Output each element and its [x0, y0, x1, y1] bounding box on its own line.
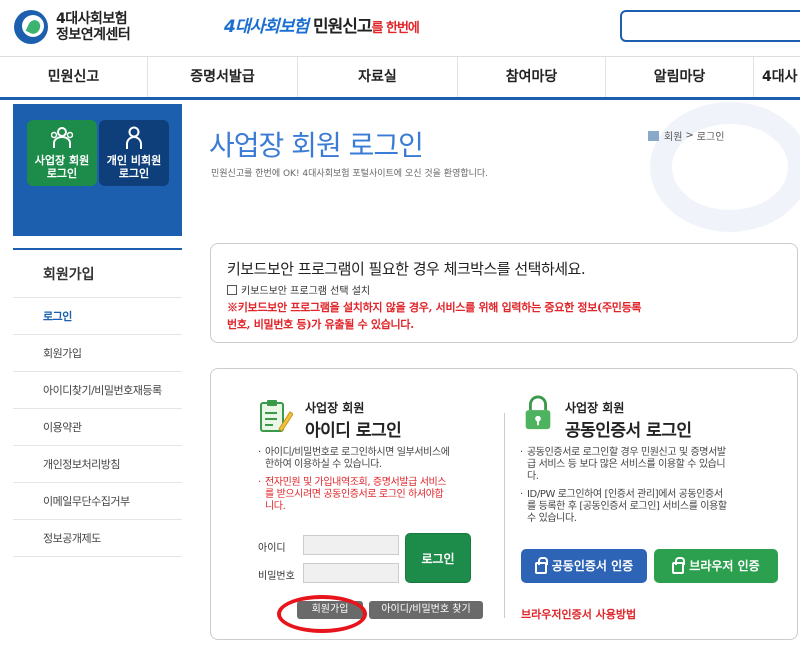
sidebar-item-join[interactable]: 회원가입 — [13, 335, 182, 372]
keyboard-notice-title: 키보드보안 프로그램이 필요한 경우 체크박스를 선택하세요. — [227, 260, 586, 278]
id-login-title-text: 아이디 로그인 — [305, 421, 402, 441]
keyboard-warning: ※키보드보안 프로그램을 설치하지 않을 경우, 서비스를 위해 입력하는 중요… — [227, 299, 781, 333]
business-login-line2: 로그인 — [46, 167, 78, 180]
column-divider — [504, 413, 505, 618]
id-login-desc-1-line1: 아이디/비밀번호로 로그인하시면 일부서비스에 — [265, 447, 450, 458]
id-login-subtitle: 사업장 회원 — [305, 401, 365, 415]
page-title: 사업장 회원 로그인 — [209, 129, 424, 162]
sidebar-title: 회원가입 — [13, 250, 182, 298]
id-login-desc-2-line1: 전자민원 및 가입내역조회, 증명서발급 서비스 — [265, 477, 447, 488]
cert-login-title-text: 공동인증서 로그인 — [565, 421, 692, 441]
cert-login-desc-1-line1: 공동인증서로 로그인할 경우 민원신고 및 증명서발 — [527, 447, 726, 458]
cert-login-desc-2-line3: 수 있습니다. — [527, 513, 577, 524]
id-login-desc-2: 전자민원 및 가입내역조회, 증명서발급 서비스 를 받으시려면 공동인증서로 … — [258, 477, 495, 513]
nav-item-civil[interactable]: 민원신고 — [0, 57, 148, 97]
breadcrumb-separator: > — [685, 130, 694, 141]
browser-certificate-label: 브라우저 인증 — [689, 559, 760, 573]
certificate-lock-icon — [525, 395, 551, 430]
breadcrumb: 회원 > 로그인 — [648, 128, 724, 143]
business-login-line1: 사업장 회원 — [34, 154, 90, 167]
nav-item-more[interactable]: 4대사 — [754, 57, 800, 97]
nav-item-notice[interactable]: 알림마당 — [606, 57, 754, 97]
person-icon — [126, 126, 142, 149]
slogan-banner: 4대사회보험 민원신고를 한번에 — [224, 12, 420, 37]
cert-login-desc-2-line1: ID/PW 로그인하여 [인증서 관리]에서 공동인증서 — [527, 489, 723, 500]
sidebar: 회원가입 로그인 회원가입 아이디찾기/비밀번호재등록 이용약관 개인정보처리방… — [13, 248, 182, 557]
slogan-part2: 민원신고 — [312, 17, 373, 37]
lock-icon — [672, 556, 686, 574]
sidebar-item-find-account[interactable]: 아이디찾기/비밀번호재등록 — [13, 372, 182, 409]
id-login-desc-1-line2: 한하여 이용하실 수 있습니다. — [265, 459, 382, 470]
keyboard-security-checkbox-label: 키보드보안 프로그램 선택 설치 — [241, 286, 371, 297]
cert-login-subtitle: 사업장 회원 — [565, 401, 625, 415]
lock-icon — [534, 556, 548, 574]
personal-login-line2: 로그인 — [118, 167, 150, 180]
logo-line2: 정보연계센터 — [56, 27, 131, 43]
login-panel: 사업장 회원 아이디 로그인 아이디/비밀번호로 로그인하시면 일부서비스에 한… — [210, 368, 798, 640]
find-account-button[interactable]: 아이디/비밀번호 찾기 — [369, 601, 483, 619]
sidebar-item-disclosure[interactable]: 정보공개제도 — [13, 520, 182, 557]
cert-login-desc-1-line3: 다. — [527, 471, 539, 482]
id-login-desc-1: 아이디/비밀번호로 로그인하시면 일부서비스에 한하여 이용하실 수 있습니다. — [258, 447, 495, 471]
join-button[interactable]: 회원가입 — [297, 601, 363, 619]
personal-login-line1: 개인 비회원 — [106, 154, 162, 167]
breadcrumb-item-member[interactable]: 회원 — [664, 128, 682, 143]
sidebar-item-login[interactable]: 로그인 — [13, 298, 182, 335]
id-login-desc-2-line2: 를 받으시려면 공동인증서로 로그인 하셔야합 — [265, 489, 444, 500]
sidebar-item-terms[interactable]: 이용약관 — [13, 409, 182, 446]
id-label: 아이디 — [258, 543, 286, 554]
joint-certificate-label: 공동인증서 인증 — [551, 559, 634, 573]
sidebar-item-privacy[interactable]: 개인정보처리방침 — [13, 446, 182, 483]
joint-certificate-button[interactable]: 공동인증서 인증 — [521, 549, 647, 583]
cert-login-desc-2: ID/PW 로그인하여 [인증서 관리]에서 공동인증서 를 등록한 후 [공동… — [520, 489, 789, 525]
login-type-panel: 사업장 회원 로그인 개인 비회원 로그인 — [13, 104, 182, 236]
cert-login-desc-2-line2: 를 등록한 후 [공동인증서 로그인] 서비스를 이용할 — [527, 501, 727, 512]
background-emblem — [650, 102, 800, 232]
keyboard-warning-line1: ※키보드보안 프로그램을 설치하지 않을 경우, 서비스를 위해 입력하는 중요… — [227, 301, 642, 314]
document-pen-icon — [260, 400, 293, 432]
id-login-title: 아이디 로그인 — [305, 416, 402, 444]
nav-item-certificate[interactable]: 증명서발급 — [148, 57, 298, 97]
cert-login-desc-1: 공동인증서로 로그인할 경우 민원신고 및 증명서발 급 서비스 등 보다 많은… — [520, 447, 789, 483]
business-login-button[interactable]: 사업장 회원 로그인 — [27, 120, 97, 186]
nav-item-resources[interactable]: 자료실 — [298, 57, 458, 97]
keyboard-security-notice: 키보드보안 프로그램이 필요한 경우 체크박스를 선택하세요. 키보드보안 프로… — [210, 243, 798, 343]
cert-login-title: 공동인증서 로그인 — [565, 416, 692, 444]
group-icon — [51, 127, 73, 148]
password-label: 비밀번호 — [258, 571, 295, 582]
breadcrumb-item-login: 로그인 — [696, 132, 725, 143]
main-nav: 민원신고 증명서발급 자료실 참여마당 알림마당 4대사 — [0, 56, 800, 100]
slogan-part1: 4대사회보험 — [224, 17, 309, 37]
logo-icon — [14, 10, 48, 44]
personal-login-button[interactable]: 개인 비회원 로그인 — [99, 120, 169, 186]
id-input[interactable] — [303, 535, 399, 555]
keyboard-security-checkbox[interactable] — [227, 284, 237, 295]
nav-item-participation[interactable]: 참여마당 — [458, 57, 606, 97]
search-input[interactable] — [620, 10, 800, 42]
slogan-part3: 를 한번에 — [371, 21, 420, 36]
sidebar-item-email-refusal[interactable]: 이메일무단수집거부 — [13, 483, 182, 520]
password-input[interactable] — [303, 563, 399, 583]
keyboard-warning-line2: 번호, 비밀번호 등)가 유출될 수 있습니다. — [227, 318, 414, 331]
login-button[interactable]: 로그인 — [405, 533, 471, 583]
id-login-desc-2-line3: 니다. — [265, 501, 286, 512]
header: 4대사회보험 정보연계센터 4대사회보험 민원신고를 한번에 — [0, 0, 800, 56]
keyboard-security-checkbox-row[interactable]: 키보드보안 프로그램 선택 설치 — [227, 282, 781, 297]
home-icon[interactable] — [648, 130, 659, 141]
browser-cert-howto-link[interactable]: 브라우저인증서 사용방법 — [521, 606, 636, 622]
cert-login-desc-1-line2: 급 서비스 등 보다 많은 서비스를 이용할 수 있습니 — [527, 459, 726, 470]
site-logo[interactable]: 4대사회보험 정보연계센터 — [14, 10, 131, 44]
browser-certificate-button[interactable]: 브라우저 인증 — [654, 549, 778, 583]
page-subtitle: 민원신고를 한번에 OK! 4대사회보험 포털사이트에 오신 것을 환영합니다. — [211, 169, 489, 179]
logo-line1: 4대사회보험 — [56, 11, 128, 27]
